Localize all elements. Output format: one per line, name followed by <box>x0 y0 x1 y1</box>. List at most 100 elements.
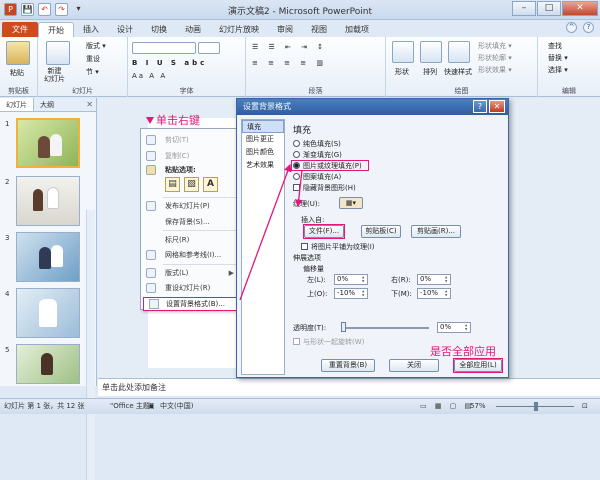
font-name-box[interactable] <box>132 42 196 54</box>
insert-file-button[interactable]: 文件(F)... <box>304 225 344 238</box>
tab-transitions[interactable]: 切换 <box>142 22 176 37</box>
font-size-box[interactable] <box>198 42 220 54</box>
replace-button[interactable]: 替换 ▾ <box>548 53 568 63</box>
tab-slides[interactable]: 幻灯片 <box>0 98 34 111</box>
shapes-icon[interactable] <box>392 41 414 63</box>
find-button[interactable]: 查找 <box>548 41 562 51</box>
paste-icon[interactable] <box>6 41 30 65</box>
collapse-ribbon-icon[interactable]: ^ <box>566 22 577 33</box>
status-language[interactable]: 中文(中国) <box>160 399 193 414</box>
category-picture-corrections[interactable]: 图片更正 <box>242 133 284 146</box>
zoom-slider-thumb[interactable] <box>534 402 538 411</box>
tab-outline[interactable]: 大纲 <box>34 98 60 111</box>
insert-clipboard-button[interactable]: 剪贴板(C) <box>361 225 401 238</box>
transparency-slider[interactable] <box>341 327 429 329</box>
layout-button[interactable]: 版式 ▾ <box>86 41 106 51</box>
slide-thumbnail[interactable]: 5 <box>0 344 97 396</box>
category-fill[interactable]: 填充 <box>242 120 284 133</box>
category-picture-color[interactable]: 图片颜色 <box>242 146 284 159</box>
dialog-help-button[interactable]: ? <box>473 100 487 113</box>
reset-button[interactable]: 重设 <box>86 54 100 64</box>
minimize-button[interactable]: – <box>512 1 536 16</box>
close-pane-icon[interactable]: ✕ <box>86 100 93 109</box>
menu-item-format-background[interactable]: 设置背景格式(B)... <box>143 297 239 311</box>
group-label-paragraph: 段落 <box>308 87 323 95</box>
tab-file[interactable]: 文件 <box>2 22 38 37</box>
offset-top-input[interactable]: -10% <box>334 288 368 299</box>
close-dialog-button[interactable]: 关闭 <box>389 359 439 372</box>
list-buttons[interactable]: ☰ ☰ ⇤ ⇥ ↕ <box>252 43 327 51</box>
new-slide-icon[interactable] <box>46 41 70 65</box>
checkbox-hide-bg-graphics[interactable]: 隐藏背景图形(H) <box>293 183 356 193</box>
menu-item-save-background[interactable]: 保存背景(S)... <box>141 215 239 229</box>
group-drawing: 形状 排列 快速样式 形状填充 ▾ 形状轮廓 ▾ 形状效果 ▾ 绘图 <box>386 37 538 97</box>
offsets-label: 偏移量 <box>303 265 324 273</box>
checkbox-tile-picture[interactable]: 将图片平铺为纹理(I) <box>301 242 375 252</box>
menu-item-cut[interactable]: 剪切(T) <box>141 133 239 147</box>
paste-text-icon[interactable]: A <box>203 177 218 192</box>
stretch-options-label: 伸展选项 <box>293 254 321 262</box>
quick-style-icon[interactable] <box>448 41 470 63</box>
quick-style-button[interactable]: 快速样式 <box>444 67 472 77</box>
zoom-level[interactable]: 57% <box>470 399 486 414</box>
tab-animations[interactable]: 动画 <box>176 22 210 37</box>
radio-gradient-fill[interactable]: 渐变填充(G) <box>293 150 342 160</box>
reset-icon <box>146 283 156 293</box>
paste-picture-icon[interactable]: ▧ <box>184 177 199 192</box>
slides-scrollbar[interactable] <box>86 210 95 480</box>
radio-solid-fill[interactable]: 纯色填充(S) <box>293 139 341 149</box>
help-icon[interactable]: ? <box>583 22 594 33</box>
shape-outline-button[interactable]: 形状轮廓 ▾ <box>478 53 512 63</box>
view-buttons[interactable]: ▭ ▦ ▢ ▤ <box>420 399 474 414</box>
transparency-input[interactable]: 0% <box>437 322 471 333</box>
shape-fill-button[interactable]: 形状填充 ▾ <box>478 41 512 51</box>
tab-design[interactable]: 设计 <box>108 22 142 37</box>
menu-item-reset-slide[interactable]: 重设幻灯片(R) <box>141 281 239 295</box>
fit-slide-icon[interactable]: ⊡ <box>582 399 588 414</box>
transparency-slider-thumb[interactable] <box>341 322 346 332</box>
shape-button[interactable]: 形状 <box>395 67 409 77</box>
reset-background-button[interactable]: 重置背景(B) <box>321 359 375 372</box>
section-button[interactable]: 节 ▾ <box>86 67 99 77</box>
notes-pane[interactable]: 单击此处添加备注 <box>98 378 600 396</box>
insert-clipart-button[interactable]: 剪贴画(R)... <box>411 225 461 238</box>
offset-right-input[interactable]: 0% <box>417 274 451 285</box>
select-button[interactable]: 选择 ▾ <box>548 65 568 75</box>
menu-item-grid[interactable]: 网格和参考线(I)... <box>141 248 239 262</box>
paste-theme-icon[interactable]: ▤ <box>165 177 180 192</box>
tab-slideshow[interactable]: 幻灯片放映 <box>210 22 268 37</box>
paste-button[interactable]: 粘贴 <box>10 68 24 78</box>
menu-item-layout[interactable]: 版式(L) ▶ <box>141 266 239 280</box>
slide-thumbnail[interactable]: 4 <box>0 288 97 340</box>
spelling-icon[interactable]: ▣ <box>148 399 155 414</box>
texture-picker[interactable]: ▦▾ <box>339 197 363 209</box>
category-artistic-effects[interactable]: 艺术效果 <box>242 159 284 172</box>
shape-effect-button[interactable]: 形状效果 ▾ <box>478 65 512 75</box>
arrange-icon[interactable] <box>420 41 442 63</box>
slide-thumbnail[interactable]: 1 <box>0 118 97 170</box>
dialog-close-button[interactable]: ✕ <box>489 100 505 113</box>
arrange-button[interactable]: 排列 <box>423 67 437 77</box>
radio-pattern-fill[interactable]: 图案填充(A) <box>293 172 341 182</box>
slide-thumbnail[interactable]: 3 <box>0 232 97 284</box>
menu-item-publish[interactable]: 发布幻灯片(P) <box>141 199 239 213</box>
radio-picture-fill[interactable]: 图片或纹理填充(P) <box>293 161 362 171</box>
close-window-button[interactable]: ✕ <box>562 1 598 16</box>
align-buttons[interactable]: ≡ ≡ ≡ ≡ ▥ <box>252 59 327 67</box>
menu-item-copy[interactable]: 复制(C) <box>141 149 239 163</box>
offset-left-input[interactable]: 0% <box>334 274 368 285</box>
maximize-button[interactable]: □ <box>537 1 561 16</box>
menu-item-ruler[interactable]: 标尺(R) <box>141 233 239 247</box>
new-slide-button[interactable]: 新建 幻灯片 <box>44 67 65 83</box>
tab-review[interactable]: 审阅 <box>268 22 302 37</box>
tab-home[interactable]: 开始 <box>38 22 74 37</box>
font-format-buttons[interactable]: B I U S abc <box>132 59 207 67</box>
checkbox-rotate-with-shape[interactable]: 与形状一起旋转(W) <box>293 337 364 347</box>
font-color-buttons[interactable]: Aa A A <box>132 72 167 80</box>
tab-insert[interactable]: 插入 <box>74 22 108 37</box>
slide-thumbnail[interactable]: 2 <box>0 176 97 228</box>
offset-bottom-input[interactable]: -10% <box>417 288 451 299</box>
tab-addins[interactable]: 加载项 <box>336 22 378 37</box>
apply-all-button[interactable]: 全部应用(L) <box>454 359 502 372</box>
tab-view[interactable]: 视图 <box>302 22 336 37</box>
